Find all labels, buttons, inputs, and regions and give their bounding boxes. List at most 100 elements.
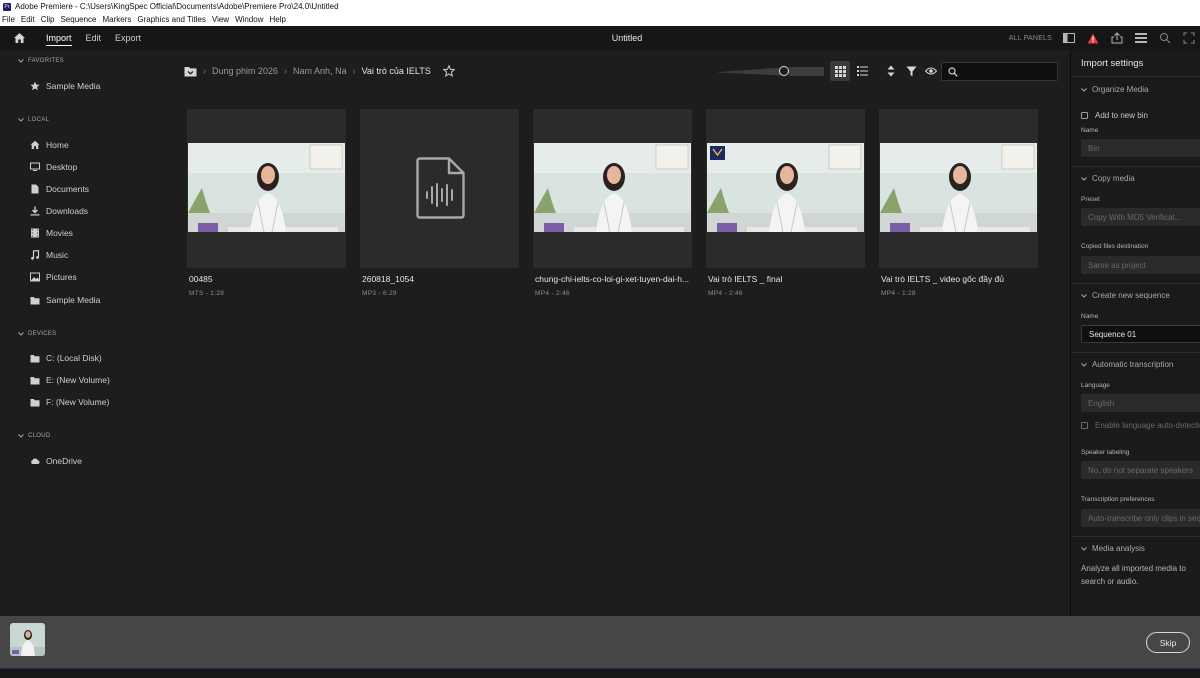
preset-value: Copy With MD5 Verificat... bbox=[1088, 212, 1182, 222]
share-icon[interactable] bbox=[1110, 31, 1124, 45]
media-thumbnail[interactable] bbox=[533, 109, 692, 268]
section-cloud-label: CLOUD bbox=[28, 433, 51, 439]
sidebar-item-label: OneDrive bbox=[46, 456, 82, 466]
menu-graphics-and-titles[interactable]: Graphics and Titles bbox=[137, 15, 205, 24]
thumbnail-size-slider-track[interactable] bbox=[718, 67, 782, 76]
section-media-analysis[interactable]: Media analysis bbox=[1081, 544, 1145, 553]
breadcrumb-separator: › bbox=[203, 66, 206, 76]
sidebar-item-drive-e[interactable]: E: (New Volume) bbox=[30, 373, 110, 387]
chevron-down-icon bbox=[1081, 87, 1087, 92]
checkbox-box[interactable] bbox=[1081, 112, 1088, 119]
section-favorites[interactable]: FAVORITES bbox=[18, 58, 64, 64]
eye-icon bbox=[925, 67, 937, 75]
media-card[interactable]: 00485 MTS - 1:28 bbox=[187, 109, 346, 297]
speaker-labeling-select[interactable]: No, do not separate speakers bbox=[1081, 461, 1200, 479]
sidebar-item-drive-c[interactable]: C: (Local Disk) bbox=[30, 351, 102, 365]
music-icon bbox=[30, 250, 40, 260]
destination-select[interactable]: Same as project bbox=[1081, 256, 1200, 274]
media-name: 260818_1054 bbox=[362, 274, 415, 284]
tab-import[interactable]: Import bbox=[46, 26, 72, 50]
search-help-icon[interactable] bbox=[1158, 31, 1172, 45]
workspace-menu-icon[interactable] bbox=[1134, 31, 1148, 45]
tab-edit[interactable]: Edit bbox=[86, 26, 102, 50]
media-thumbnail[interactable] bbox=[879, 109, 1038, 268]
fullscreen-icon[interactable] bbox=[1182, 31, 1196, 45]
checkbox-box[interactable] bbox=[1081, 422, 1088, 429]
bin-name-field[interactable]: Bin bbox=[1081, 139, 1200, 157]
tab-export[interactable]: Export bbox=[115, 26, 141, 50]
media-thumbnail[interactable] bbox=[360, 109, 519, 268]
breadcrumb-separator: › bbox=[352, 66, 356, 76]
section-local-label: LOCAL bbox=[28, 117, 50, 123]
status-bar bbox=[0, 668, 1200, 678]
sidebar-item-favorite-sample-media[interactable]: Sample Media bbox=[30, 79, 100, 93]
breadcrumb-item[interactable]: Nam Anh, Na bbox=[293, 66, 347, 76]
filter-button[interactable] bbox=[901, 61, 921, 81]
sidebar-item-music[interactable]: Music bbox=[30, 248, 68, 262]
sidebar-item-drive-f[interactable]: F: (New Volume) bbox=[30, 395, 109, 409]
section-automatic-transcription[interactable]: Automatic transcription bbox=[1081, 360, 1173, 369]
breadcrumb-current: Vai trò của IELTS bbox=[361, 66, 431, 76]
sort-button[interactable] bbox=[881, 61, 901, 81]
selected-clip-thumbnail[interactable] bbox=[10, 623, 45, 656]
menu-view[interactable]: View bbox=[212, 15, 229, 24]
thumbnail-size-slider-rest bbox=[789, 67, 824, 76]
transcription-preferences-select[interactable]: Auto-transcribe only clips in sequence bbox=[1081, 509, 1200, 527]
section-copy-media[interactable]: Copy media bbox=[1081, 174, 1135, 183]
menu-markers[interactable]: Markers bbox=[103, 15, 132, 24]
panel-layout-icon[interactable] bbox=[1062, 31, 1076, 45]
media-meta: MP3 - 6:29 bbox=[362, 290, 397, 297]
media-thumbnail[interactable] bbox=[187, 109, 346, 268]
sidebar-item-pictures[interactable]: Pictures bbox=[30, 270, 77, 284]
preset-select[interactable]: Copy With MD5 Verificat... bbox=[1081, 208, 1200, 226]
chevron-down-icon bbox=[18, 332, 24, 336]
sidebar-item-home[interactable]: Home bbox=[30, 138, 69, 152]
skip-button[interactable]: Skip bbox=[1146, 632, 1190, 653]
section-devices[interactable]: DEVICES bbox=[18, 331, 56, 337]
sequence-name-field[interactable]: Sequence 01 bbox=[1081, 325, 1200, 343]
sidebar-item-movies[interactable]: Movies bbox=[30, 226, 73, 240]
media-card[interactable]: Vai trò IELTS _ final MP4 - 2:46 bbox=[706, 109, 865, 297]
sidebar-item-local-sample-media[interactable]: Sample Media bbox=[30, 293, 100, 307]
folder-download-icon[interactable] bbox=[184, 66, 197, 77]
sidebar-item-downloads[interactable]: Downloads bbox=[30, 204, 88, 218]
list-view-button[interactable] bbox=[852, 61, 872, 81]
language-select[interactable]: English bbox=[1081, 394, 1200, 412]
menu-file[interactable]: File bbox=[2, 15, 15, 24]
media-card[interactable]: Vai trò IELTS _ video gốc đầy đủ MP4 - 1… bbox=[879, 109, 1038, 297]
home-button[interactable] bbox=[6, 26, 32, 50]
divider bbox=[1071, 536, 1200, 537]
sidebar-item-desktop[interactable]: Desktop bbox=[30, 160, 77, 174]
menu-help[interactable]: Help bbox=[270, 15, 286, 24]
menu-clip[interactable]: Clip bbox=[41, 15, 55, 24]
menu-sequence[interactable]: Sequence bbox=[60, 15, 96, 24]
breadcrumb-item[interactable]: Dung phim 2026 bbox=[212, 66, 278, 76]
section-local[interactable]: LOCAL bbox=[18, 117, 49, 123]
section-create-new-sequence[interactable]: Create new sequence bbox=[1081, 291, 1170, 300]
section-label: Automatic transcription bbox=[1092, 360, 1174, 369]
media-thumbnail[interactable] bbox=[706, 109, 865, 268]
sidebar-item-onedrive[interactable]: OneDrive bbox=[30, 454, 82, 468]
thumbnail-size-slider-handle[interactable] bbox=[779, 66, 789, 76]
sidebar-item-documents[interactable]: Documents bbox=[30, 182, 89, 196]
menu-edit[interactable]: Edit bbox=[21, 15, 35, 24]
media-card[interactable]: chung-chi-ielts-co-loi-gi-xet-tuyen-dai-… bbox=[533, 109, 692, 297]
add-to-new-bin-checkbox[interactable]: Add to new bin bbox=[1081, 111, 1148, 120]
media-card[interactable]: 260818_1054 MP3 - 6:29 bbox=[360, 109, 519, 297]
chevron-down-icon bbox=[18, 434, 24, 438]
star-outline-icon[interactable] bbox=[442, 65, 455, 77]
search-field[interactable] bbox=[941, 62, 1058, 81]
speaker-labeling-label: Speaker labeling bbox=[1081, 449, 1130, 456]
chevron-down-icon bbox=[1081, 546, 1087, 551]
warning-icon[interactable] bbox=[1086, 31, 1100, 45]
grid-view-button[interactable] bbox=[830, 61, 850, 81]
language-auto-detection-checkbox[interactable]: Enable language auto-detection bbox=[1081, 421, 1200, 430]
import-tray: Skip bbox=[0, 616, 1200, 668]
section-cloud[interactable]: CLOUD bbox=[18, 433, 51, 439]
visibility-button[interactable] bbox=[921, 61, 941, 81]
menu-window[interactable]: Window bbox=[235, 15, 263, 24]
menu-bar: File Edit Clip Sequence Markers Graphics… bbox=[0, 13, 1200, 26]
divider bbox=[1071, 76, 1200, 77]
section-organize-media[interactable]: Organize Media bbox=[1081, 85, 1148, 94]
search-input[interactable] bbox=[963, 67, 1053, 76]
